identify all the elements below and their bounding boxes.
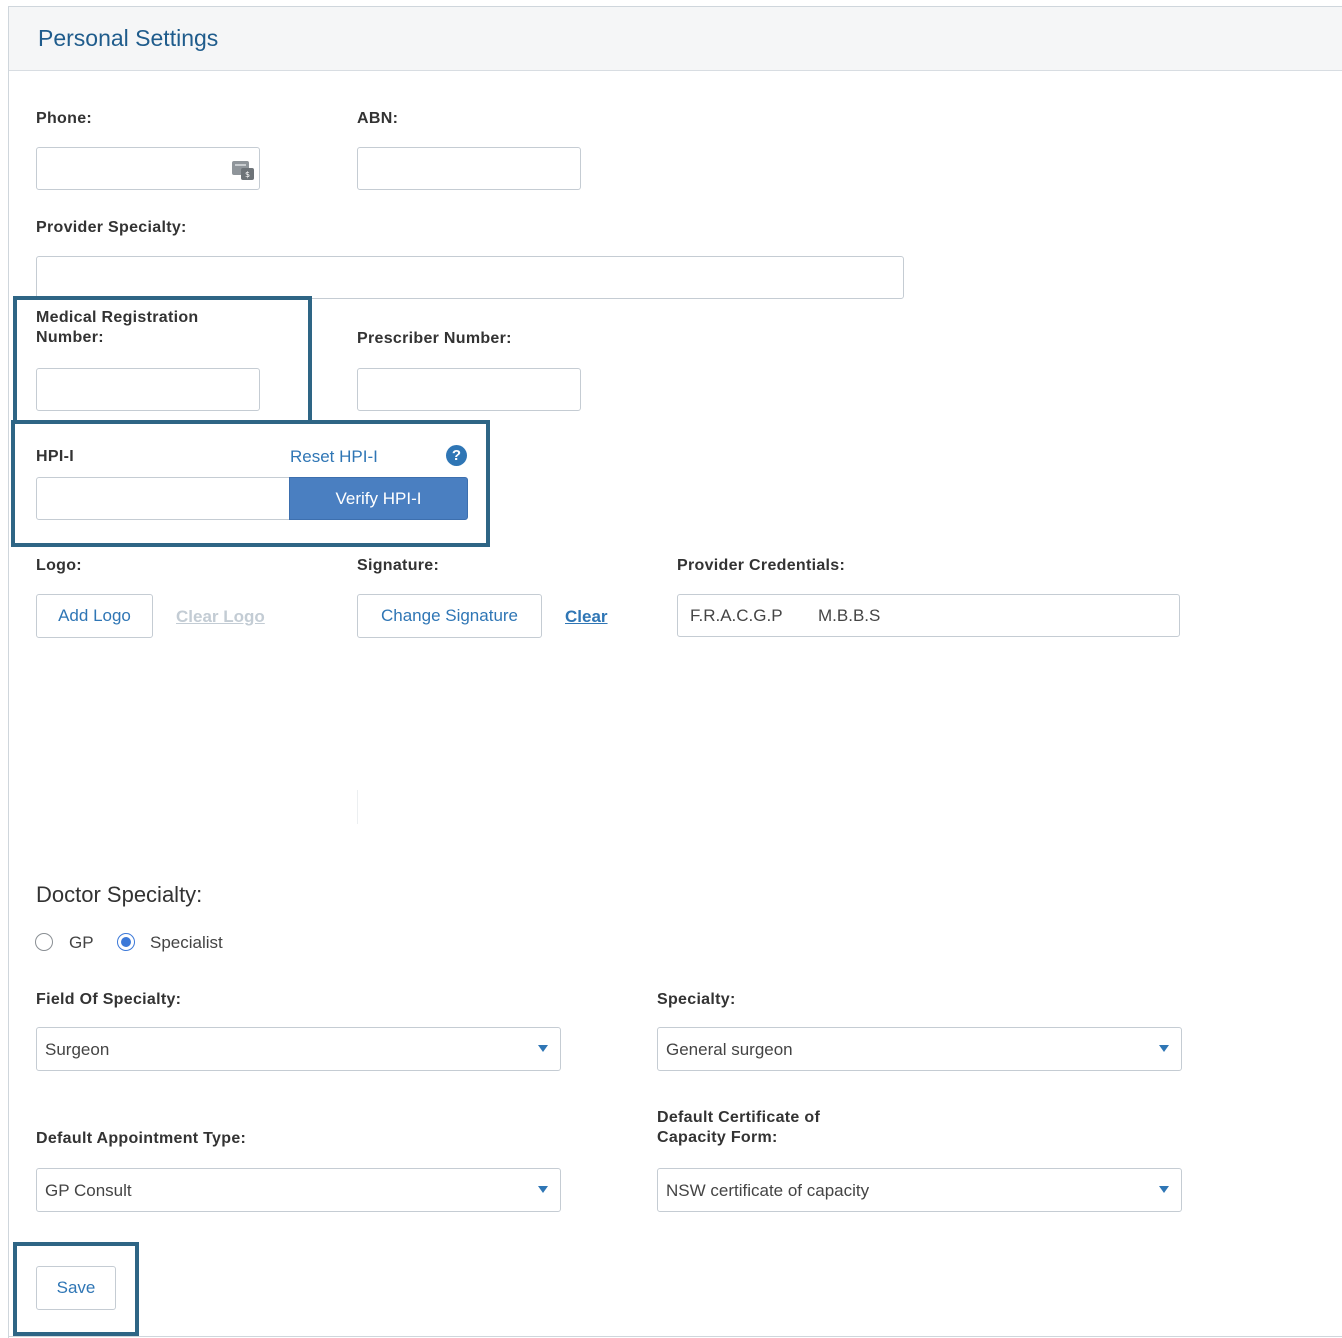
default-appointment-type-label: Default Appointment Type: — [36, 1130, 247, 1147]
default-certificate-label-line2: Capacity Form: — [657, 1129, 778, 1146]
hpii-label: HPI-I — [36, 448, 74, 465]
signature-label: Signature: — [357, 557, 440, 574]
medical-registration-input[interactable] — [36, 368, 260, 411]
field-of-specialty-label: Field Of Specialty: — [36, 991, 182, 1008]
provider-credentials-label: Provider Credentials: — [677, 557, 846, 574]
specialty-select[interactable]: General surgeon — [657, 1027, 1182, 1071]
panel-bottom-border — [8, 1336, 1342, 1337]
field-of-specialty-select[interactable]: Surgeon — [36, 1027, 561, 1071]
hpii-input[interactable] — [36, 477, 292, 520]
logo-label: Logo: — [36, 557, 82, 574]
caret-down-icon — [538, 1045, 548, 1052]
caret-down-icon — [538, 1186, 548, 1193]
radio-gp[interactable] — [35, 933, 53, 951]
abn-input[interactable] — [357, 147, 581, 190]
verify-hpii-button[interactable]: Verify HPI-I — [289, 477, 468, 520]
phone-label: Phone: — [36, 110, 93, 127]
clear-signature-link[interactable]: Clear — [565, 607, 608, 627]
provider-specialty-input[interactable] — [36, 256, 904, 299]
default-appointment-type-select[interactable]: GP Consult — [36, 1168, 561, 1212]
specialty-label: Specialty: — [657, 991, 736, 1008]
question-circle-icon[interactable]: ? — [446, 445, 467, 466]
phone-card-icon[interactable]: $ — [231, 157, 255, 181]
provider-credentials-input[interactable]: F.R.A.C.G.P M.B.B.S — [677, 594, 1180, 637]
doctor-specialty-title: Doctor Specialty: — [36, 882, 203, 907]
default-appointment-type-value: GP Consult — [45, 1181, 132, 1200]
reset-hpii-link[interactable]: Reset HPI-I — [290, 447, 378, 467]
credential-tag: F.R.A.C.G.P — [690, 606, 783, 625]
signature-preview-area — [357, 790, 358, 824]
radio-gp-label[interactable]: GP — [69, 933, 94, 953]
medical-registration-label: Medical Registration Number: — [36, 308, 198, 348]
phone-input[interactable]: $ — [36, 147, 260, 190]
radio-specialist[interactable] — [117, 933, 135, 951]
medical-registration-label-line1: Medical Registration — [36, 309, 199, 326]
credential-tag: M.B.B.S — [818, 606, 881, 625]
default-certificate-label: Default Certificate of Capacity Form: — [657, 1108, 820, 1148]
specialty-value: General surgeon — [666, 1040, 793, 1059]
page-title: Personal Settings — [38, 25, 219, 51]
field-of-specialty-value: Surgeon — [45, 1040, 110, 1059]
prescriber-number-label: Prescriber Number: — [357, 330, 512, 347]
prescriber-number-input[interactable] — [357, 368, 581, 411]
save-button[interactable]: Save — [36, 1266, 116, 1310]
radio-specialist-label[interactable]: Specialist — [150, 933, 223, 953]
clear-logo-link[interactable]: Clear Logo — [176, 607, 265, 627]
medical-registration-label-line2: Number: — [36, 329, 104, 346]
change-signature-button[interactable]: Change Signature — [357, 594, 542, 638]
panel-header: Personal Settings — [9, 7, 1342, 71]
default-certificate-value: NSW certificate of capacity — [666, 1181, 870, 1200]
caret-down-icon — [1159, 1186, 1169, 1193]
default-certificate-label-line1: Default Certificate of — [657, 1109, 821, 1126]
provider-specialty-label: Provider Specialty: — [36, 219, 187, 236]
svg-text:$: $ — [245, 170, 250, 179]
abn-label: ABN: — [357, 110, 399, 127]
default-certificate-select[interactable]: NSW certificate of capacity — [657, 1168, 1182, 1212]
add-logo-button[interactable]: Add Logo — [36, 594, 153, 638]
caret-down-icon — [1159, 1045, 1169, 1052]
